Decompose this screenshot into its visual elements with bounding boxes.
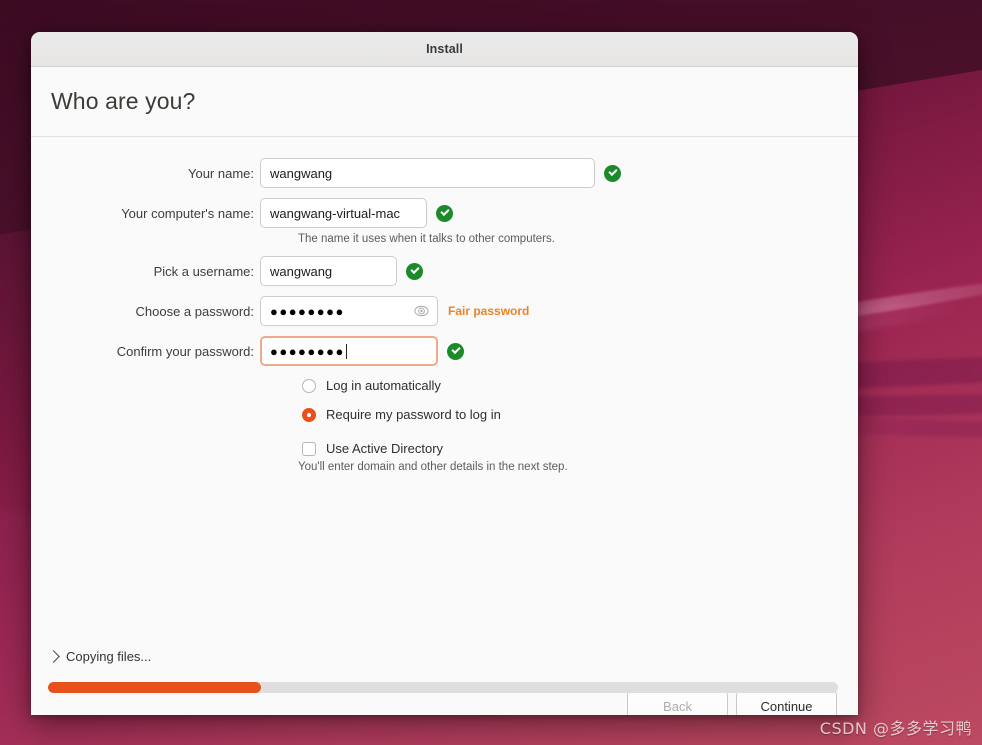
form-row-password: Choose a password: ●●●●●●●● Fair passwor…	[31, 296, 529, 326]
computer-name-input[interactable]: wangwang-virtual-mac	[260, 198, 427, 228]
label-password: Choose a password:	[135, 303, 254, 319]
radio-label-require-password: Require my password to log in	[326, 407, 501, 422]
password-value: ●●●●●●●●	[270, 303, 345, 319]
install-progress-area: Copying files...	[31, 637, 858, 715]
valid-check-icon-computer-name	[436, 204, 453, 222]
your-name-input[interactable]: wangwang	[260, 158, 595, 188]
form-row-your-name: Your name: wangwang	[31, 158, 621, 188]
valid-check-icon-your-name	[604, 164, 621, 182]
label-confirm-password: Confirm your password:	[116, 343, 254, 359]
progress-bar-fill	[48, 682, 262, 693]
radio-label-login-automatically: Log in automatically	[326, 378, 441, 393]
label-your-name: Your name:	[187, 165, 254, 181]
progress-status-row[interactable]: Copying files...	[47, 649, 152, 664]
valid-check-icon-username	[406, 262, 423, 280]
valid-check-icon-confirm-password	[447, 342, 464, 360]
form-row-confirm-password: Confirm your password: ●●●●●●●●	[31, 336, 464, 366]
radio-option-require-password[interactable]: Require my password to log in	[302, 407, 501, 422]
page-title: Who are you?	[51, 88, 196, 114]
eye-icon[interactable]	[414, 304, 429, 319]
confirm-password-input[interactable]: ●●●●●●●●	[260, 336, 438, 366]
your-name-value: wangwang	[270, 165, 333, 181]
installer-form-body: Your name: wangwang Your computer's name…	[31, 137, 858, 715]
label-computer-name: Your computer's name:	[121, 205, 254, 221]
progress-status-text: Copying files...	[66, 649, 152, 664]
checkbox-option-active-directory[interactable]: Use Active Directory	[302, 441, 443, 456]
confirm-password-value: ●●●●●●●●	[270, 343, 345, 359]
installer-window: Install Who are you? Your name: wangwang…	[31, 32, 858, 715]
radio-icon-login-automatically[interactable]	[302, 378, 316, 393]
checkbox-label-active-directory: Use Active Directory	[326, 441, 444, 456]
desktop-background: Install Who are you? Your name: wangwang…	[0, 0, 982, 745]
username-input[interactable]: wangwang	[260, 256, 397, 286]
page-header: Who are you?	[31, 67, 858, 137]
chevron-right-icon[interactable]	[47, 650, 60, 663]
password-strength-label: Fair password	[448, 304, 530, 318]
watermark-text: CSDN @多多学习鸭	[819, 719, 972, 738]
hint-computer-name: The name it uses when it talks to other …	[298, 233, 555, 245]
window-titlebar: Install	[31, 32, 858, 67]
radio-option-login-automatically[interactable]: Log in automatically	[302, 378, 441, 393]
username-value: wangwang	[270, 263, 333, 279]
computer-name-value: wangwang-virtual-mac	[270, 205, 401, 221]
password-input[interactable]: ●●●●●●●●	[260, 296, 438, 326]
window-title: Install	[426, 42, 463, 56]
label-username: Pick a username:	[153, 263, 254, 279]
form-row-computer-name: Your computer's name: wangwang-virtual-m…	[31, 198, 453, 228]
checkbox-icon-active-directory[interactable]	[302, 441, 316, 456]
form-row-username: Pick a username: wangwang	[31, 256, 423, 286]
radio-icon-require-password[interactable]	[302, 407, 316, 422]
text-cursor	[345, 343, 347, 359]
progress-bar-track	[48, 682, 838, 693]
hint-active-directory: You'll enter domain and other details in…	[298, 461, 568, 473]
